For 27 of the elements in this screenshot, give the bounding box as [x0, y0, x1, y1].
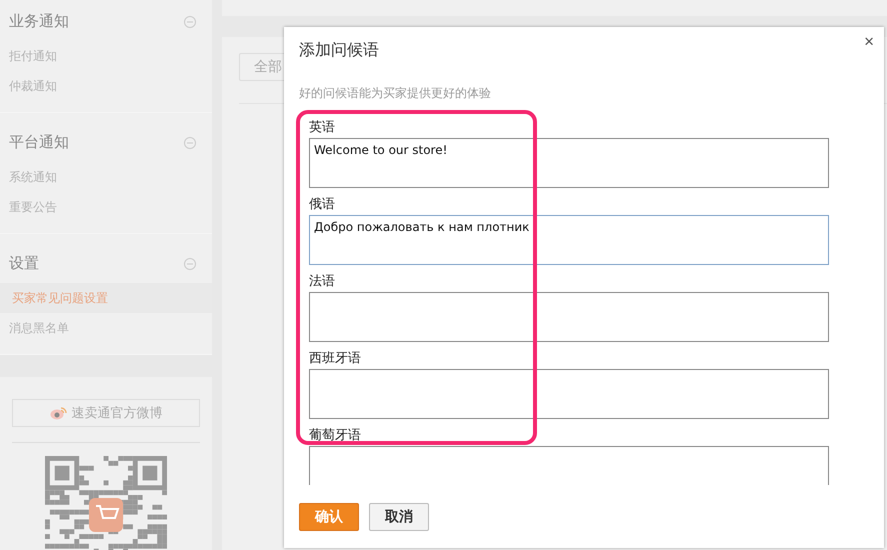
section-title: 业务通知 [9, 12, 69, 31]
field-label: 俄语 [309, 196, 335, 214]
section-title: 设置 [9, 254, 39, 273]
sidebar-item[interactable]: 仲裁通知 [0, 71, 212, 101]
sidebar-item[interactable]: 拒付通知 [0, 41, 212, 71]
dialog-title: 添加问候语 [299, 39, 379, 61]
close-button[interactable]: × [864, 33, 874, 51]
weibo-button[interactable]: 速卖通官方微博 [12, 399, 200, 427]
filter-button[interactable]: 全部 [239, 53, 284, 81]
field-label: 西班牙语 [309, 350, 361, 368]
cancel-button[interactable]: 取消 [369, 503, 429, 531]
input-field[interactable] [309, 446, 829, 485]
input-field[interactable] [309, 369, 829, 419]
eye-icon [50, 406, 68, 420]
sidebar-item[interactable]: 系统通知 [0, 162, 212, 192]
field-label: 法语 [309, 273, 335, 291]
input-field[interactable] [309, 292, 829, 342]
confirm-button[interactable]: 确认 [299, 503, 359, 531]
input-field[interactable]: Welcome to our store! [309, 138, 829, 188]
sidebar-item[interactable]: 买家常见问题设置 [0, 283, 212, 313]
field-label: 英语 [309, 119, 335, 137]
sidebar-item[interactable]: 重要公告 [0, 192, 212, 222]
section-title: 平台通知 [9, 133, 69, 152]
sidebar-item[interactable]: 消息黑名单 [0, 313, 212, 343]
input-field[interactable]: Добро пожаловать к нам плотник [309, 215, 829, 265]
hint-text: 好的问候语能为买家提供更好的体验 [299, 85, 491, 102]
field-label: 葡萄牙语 [309, 427, 361, 445]
